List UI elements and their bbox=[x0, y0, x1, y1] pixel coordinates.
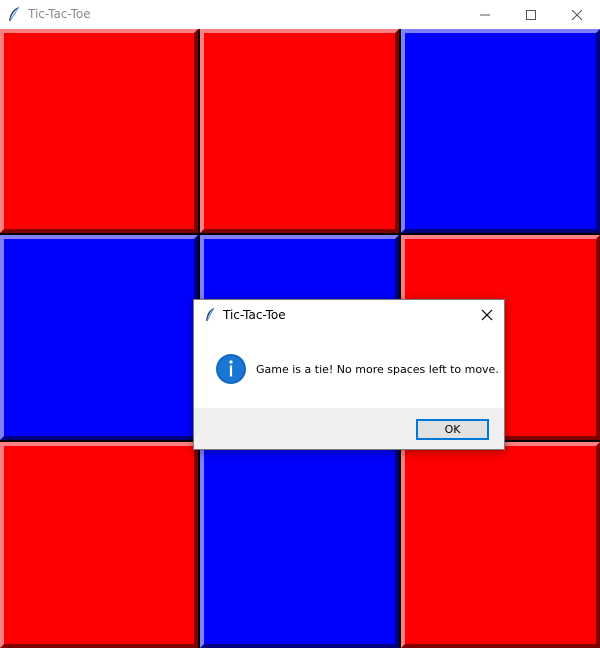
info-dialog: Tic-Tac-Toe Game is a tie! No more space… bbox=[193, 299, 505, 450]
minimize-button[interactable] bbox=[462, 0, 508, 29]
feather-icon bbox=[206, 307, 215, 322]
dialog-title-bar[interactable]: Tic-Tac-Toe bbox=[194, 300, 504, 330]
board-cell-r3-c3[interactable] bbox=[401, 442, 600, 648]
dialog-message: Game is a tie! No more spaces left to mo… bbox=[256, 363, 499, 376]
board-cell-r2-c1[interactable] bbox=[0, 235, 198, 440]
window-title: Tic-Tac-Toe bbox=[28, 7, 91, 21]
info-icon bbox=[216, 354, 246, 384]
game-window: Tic-Tac-Toe Tic-Tac-Toe Game is a tie! N… bbox=[0, 0, 600, 648]
close-button[interactable] bbox=[554, 0, 600, 29]
maximize-button[interactable] bbox=[508, 0, 554, 29]
ok-button[interactable]: OK bbox=[416, 419, 489, 440]
board-cell-r3-c2[interactable] bbox=[200, 442, 399, 648]
feather-icon bbox=[9, 6, 20, 22]
board-cell-r1-c2[interactable] bbox=[200, 29, 399, 233]
dialog-footer: OK bbox=[194, 408, 504, 449]
dialog-title: Tic-Tac-Toe bbox=[223, 308, 286, 322]
title-bar[interactable]: Tic-Tac-Toe bbox=[0, 0, 600, 29]
minimize-icon bbox=[480, 14, 490, 16]
board-cell-r1-c1[interactable] bbox=[0, 29, 198, 233]
close-icon bbox=[571, 9, 583, 21]
close-icon[interactable] bbox=[476, 304, 498, 326]
maximize-icon bbox=[526, 10, 536, 20]
dialog-body: Game is a tie! No more spaces left to mo… bbox=[194, 330, 504, 408]
board-cell-r1-c3[interactable] bbox=[401, 29, 600, 233]
board-cell-r3-c1[interactable] bbox=[0, 442, 198, 648]
